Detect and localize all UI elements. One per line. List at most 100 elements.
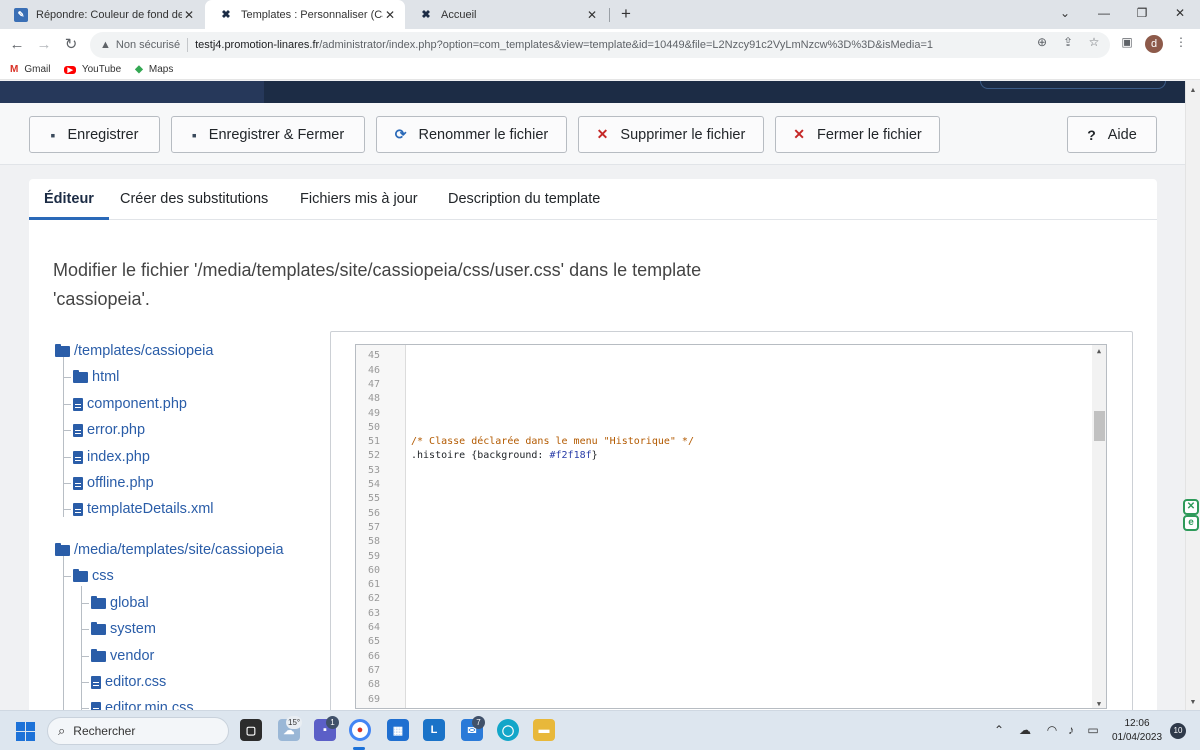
weather-temperature: 15° — [286, 716, 303, 729]
bookmark-star-icon[interactable]: ☆ — [1086, 35, 1102, 49]
folder-icon — [91, 648, 106, 662]
l-app-icon[interactable]: L — [423, 719, 445, 741]
close-icon[interactable]: ✕ — [383, 8, 397, 22]
back-arrow-icon[interactable]: ← — [6, 34, 28, 56]
extension-close-icon[interactable]: ✕ — [1183, 499, 1199, 515]
scroll-thumb[interactable] — [1094, 411, 1105, 441]
css-selector: .histoire {background: — [411, 450, 550, 462]
zoom-icon[interactable]: ⊕ — [1034, 35, 1050, 49]
tree-file-component-php[interactable]: component.php — [73, 394, 187, 414]
editor-scrollbar[interactable]: ▲ ▼ — [1092, 345, 1106, 708]
tab-search-chevron-icon[interactable]: ⌄ — [1047, 0, 1083, 29]
security-label[interactable]: Non sécurisé — [116, 39, 180, 51]
tree-file-offline-php[interactable]: offline.php — [73, 473, 154, 493]
scroll-up-icon[interactable]: ▲ — [1186, 87, 1200, 94]
editor-panel: 44 45 46 47 48 49 50 51 52 53 54 55 56 5… — [330, 331, 1133, 710]
volume-icon[interactable]: ♪ — [1062, 723, 1080, 737]
new-tab-button[interactable]: + — [616, 4, 636, 24]
windows-start-icon[interactable] — [16, 722, 35, 741]
close-icon[interactable]: ✕ — [182, 8, 196, 22]
scroll-up-icon[interactable]: ▲ — [1092, 347, 1106, 355]
notification-badge[interactable]: 10 — [1170, 723, 1186, 739]
chrome-icon[interactable]: ● — [349, 719, 371, 741]
help-button[interactable]: ? Aide — [1067, 116, 1157, 153]
tray-chevron-icon[interactable]: ⌃ — [990, 723, 1008, 737]
extension-e-icon[interactable]: e — [1183, 515, 1199, 531]
folder-icon — [91, 621, 106, 635]
save-icon: ▪ — [191, 126, 197, 143]
app-circle-icon[interactable]: ◯ — [497, 719, 519, 741]
tree-label: /media/templates/site/cassiopeia — [74, 542, 284, 558]
delete-file-button[interactable]: ✕ Supprimer le fichier — [578, 116, 764, 153]
line-number: 51 — [367, 436, 380, 448]
close-file-button[interactable]: ✕ Fermer le fichier — [775, 116, 940, 153]
close-icon[interactable]: ✕ — [585, 8, 599, 22]
tree-file-editor-min-css[interactable]: editor.min.css — [91, 698, 194, 710]
taskbar-clock[interactable]: 12:06 01/04/2023 — [1108, 717, 1166, 745]
file-icon — [91, 675, 101, 689]
bookmark-maps[interactable]: ◆ Maps — [135, 64, 173, 75]
browser-tab-forum[interactable]: ✎ Répondre: Couleur de fond de pa ✕ — [0, 0, 204, 29]
file-explorer-icon[interactable]: ▬ — [533, 719, 555, 741]
tree-label: index.php — [87, 449, 150, 465]
close-window-button[interactable]: ✕ — [1162, 0, 1198, 29]
page-scrollbar[interactable]: ▲ ▼ — [1185, 81, 1200, 710]
more-menu-icon[interactable]: ⋮ — [1173, 35, 1189, 49]
save-button[interactable]: ▪ Enregistrer — [29, 116, 160, 153]
tree-folder-media-cassiopeia[interactable]: /media/templates/site/cassiopeia — [55, 540, 284, 560]
line-number: 69 — [367, 693, 380, 705]
url-host: testj4.promotion-linares.fr — [195, 39, 320, 51]
scroll-down-icon[interactable]: ▼ — [1186, 699, 1200, 706]
line-number: 57 — [367, 521, 380, 533]
forward-arrow-icon[interactable]: → — [33, 34, 55, 56]
task-view-icon[interactable]: ▢ — [240, 719, 262, 741]
line-number: 60 — [367, 564, 380, 576]
tab-description-template[interactable]: Description du template — [433, 179, 615, 220]
browser-tab-accueil[interactable]: ✖ Accueil ✕ — [405, 0, 607, 29]
restore-button[interactable]: ❐ — [1124, 0, 1160, 29]
line-number: 50 — [367, 421, 380, 433]
scroll-down-icon[interactable]: ▼ — [1092, 700, 1106, 708]
onedrive-icon[interactable]: ☁ — [1016, 723, 1034, 737]
tab-editeur[interactable]: Éditeur — [29, 179, 109, 220]
tree-file-templatedetails-xml[interactable]: templateDetails.xml — [73, 499, 214, 519]
warning-icon[interactable]: ▲ — [100, 39, 111, 51]
tree-file-editor-css[interactable]: editor.css — [91, 672, 166, 692]
url-input[interactable]: ▲ Non sécurisé testj4.promotion-linares.… — [90, 32, 1110, 58]
browser-tab-strip: ✎ Répondre: Couleur de fond de pa ✕ ✖ Te… — [0, 0, 1200, 29]
wifi-icon[interactable]: ◠ — [1043, 723, 1061, 737]
tree-folder-html[interactable]: html — [73, 367, 119, 387]
tree-connector — [81, 682, 89, 683]
bookmark-gmail[interactable]: M Gmail — [10, 64, 50, 75]
tree-folder-css[interactable]: css — [73, 566, 114, 586]
admin-header-strip — [0, 81, 1185, 103]
tree-folder-vendor[interactable]: vendor — [91, 646, 154, 666]
reload-icon[interactable]: ↻ — [60, 34, 82, 56]
code-editor[interactable]: 44 45 46 47 48 49 50 51 52 53 54 55 56 5… — [355, 344, 1107, 709]
tree-file-index-php[interactable]: index.php — [73, 447, 150, 467]
tree-connector — [81, 656, 89, 657]
delete-label: Supprimer le fichier — [620, 126, 746, 143]
rename-file-button[interactable]: ⟳ Renommer le fichier — [376, 116, 567, 153]
tree-folder-templates-cassiopeia[interactable]: /templates/cassiopeia — [55, 341, 213, 361]
profile-avatar[interactable]: d — [1145, 35, 1163, 53]
tab-fichiers-mis-a-jour[interactable]: Fichiers mis à jour — [285, 179, 433, 220]
minimize-button[interactable]: — — [1086, 0, 1122, 29]
tree-folder-global[interactable]: global — [91, 593, 149, 613]
line-number: 54 — [367, 479, 380, 490]
tree-file-error-php[interactable]: error.php — [73, 420, 145, 440]
side-panel-icon[interactable]: ▣ — [1119, 35, 1135, 49]
save-close-button[interactable]: ▪ Enregistrer & Fermer — [171, 116, 365, 153]
tab-creer-substitutions[interactable]: Créer des substitutions — [105, 179, 283, 220]
tree-folder-system[interactable]: system — [91, 619, 156, 639]
store-icon[interactable]: ▦ — [387, 719, 409, 741]
bookmark-youtube[interactable]: ▶ YouTube — [64, 64, 121, 75]
tree-label: html — [92, 369, 120, 385]
share-icon[interactable]: ⇪ — [1060, 35, 1076, 49]
line-number: 46 — [367, 364, 380, 376]
browser-tab-templates[interactable]: ✖ Templates : Personnaliser (Cassio ✕ — [205, 0, 405, 29]
taskbar-search[interactable]: ⌕ Rechercher — [47, 717, 229, 745]
battery-icon[interactable]: ▭ — [1084, 723, 1102, 737]
file-icon — [73, 450, 83, 464]
line-number: 52 — [367, 450, 380, 462]
